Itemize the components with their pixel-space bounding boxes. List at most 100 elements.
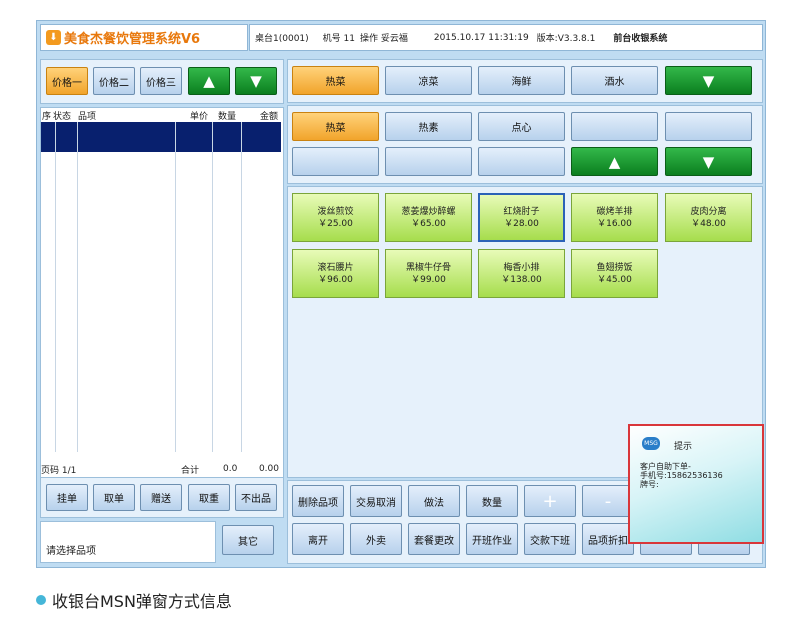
subcategory-hot-veg[interactable]: 热素	[385, 112, 472, 141]
open-shift-button[interactable]: 开班作业	[466, 523, 518, 555]
menu-item-name: 红烧肘子	[503, 206, 540, 217]
col-status: 状态	[53, 111, 72, 122]
status-box: 请选择品项	[40, 521, 216, 563]
menu-item[interactable]: 皮肉分离 ￥48.00	[665, 193, 752, 242]
col-qty: 数量	[218, 111, 237, 122]
col-divider	[241, 122, 242, 452]
menu-item-name: 滚石腰片	[317, 262, 354, 273]
up-arrow-icon: ▲	[203, 72, 215, 90]
menu-item-price: ￥65.00	[411, 218, 446, 229]
subcategory-empty[interactable]	[665, 112, 752, 141]
minus-button[interactable]: -	[582, 485, 634, 517]
plus-button[interactable]: +	[524, 485, 576, 517]
set-meal-change-button[interactable]: 套餐更改	[408, 523, 460, 555]
category-cold-dishes[interactable]: 凉菜	[385, 66, 472, 95]
category-hot-dishes[interactable]: 热菜	[292, 66, 379, 95]
table-label: 桌台1(0001)	[255, 34, 309, 44]
menu-item-name: 碳烤羊排	[596, 206, 633, 217]
page-indicator: 页码 1/1	[41, 465, 77, 476]
quantity-button[interactable]: 数量	[466, 485, 518, 517]
total-amount: 0.00	[258, 464, 279, 474]
category-down-button[interactable]: ▼	[665, 66, 752, 95]
weigh-button[interactable]: 取重	[188, 484, 230, 511]
col-seq: 序	[42, 111, 52, 122]
menu-item-price: ￥16.00	[597, 218, 632, 229]
menu-item-price: ￥45.00	[597, 274, 632, 285]
menu-item[interactable]: 泼丝煎饺 ￥25.00	[292, 193, 379, 242]
version-label: 版本:V3.3.8.1	[536, 34, 596, 44]
menu-item-name: 皮肉分离	[690, 206, 727, 217]
menu-item-name: 鱼翅捞饭	[596, 262, 633, 273]
price-down-button[interactable]: ▼	[235, 67, 277, 95]
subcategory-dim-sum[interactable]: 点心	[478, 112, 565, 141]
subcategory-down-button[interactable]: ▼	[665, 147, 752, 176]
col-divider	[55, 122, 56, 452]
header-info: 桌台1(0001) 机号 11 操作 妥云福 2015.10.17 11:31:…	[249, 24, 763, 51]
datetime-label: 2015.10.17 11:31:19	[433, 32, 529, 43]
caption-text: 收银台MSN弹窗方式信息	[52, 592, 232, 611]
cooking-method-button[interactable]: 做法	[408, 485, 460, 517]
menu-item-name: 葱姜爆炒醉螺	[401, 206, 456, 217]
col-item: 品项	[78, 111, 97, 122]
down-arrow-icon: ▼	[702, 152, 715, 171]
total-qty: 0.0	[223, 464, 238, 474]
menu-item[interactable]: 葱姜爆炒醉螺 ￥65.00	[385, 193, 472, 242]
subcategory-hot-dishes[interactable]: 热菜	[292, 112, 379, 141]
menu-item-price: ￥99.00	[411, 274, 446, 285]
menu-item[interactable]: 碳烤羊排 ￥16.00	[571, 193, 658, 242]
price-tab-2[interactable]: 价格二	[93, 67, 135, 95]
app-logo-icon: ⬇	[46, 30, 61, 45]
price-tabs-panel: 价格一 价格二 价格三 ▲ ▼	[40, 59, 284, 104]
subcategory-panel: 热菜 热素 点心 ▲ ▼	[287, 105, 763, 184]
price-tab-1[interactable]: 价格一	[46, 67, 88, 95]
menu-item-price: ￥96.00	[318, 274, 353, 285]
menu-item-price: ￥28.00	[504, 218, 539, 229]
col-divider	[77, 122, 78, 452]
price-up-button[interactable]: ▲	[188, 67, 230, 95]
menu-item[interactable]: 梅香小排 ￥138.00	[478, 249, 565, 298]
category-drinks[interactable]: 酒水	[571, 66, 658, 95]
menu-item[interactable]: 滚石腰片 ￥96.00	[292, 249, 379, 298]
app-logo: ⬇ 美食杰餐饮管理系统V6	[40, 24, 248, 51]
price-tab-3[interactable]: 价格三	[140, 67, 182, 95]
other-button[interactable]: 其它	[222, 525, 274, 555]
menu-item[interactable]: 红烧肘子 ￥28.00	[478, 193, 565, 242]
col-divider	[175, 122, 176, 452]
subcategory-empty[interactable]	[385, 147, 472, 176]
item-discount-button[interactable]: 品项折扣	[582, 523, 634, 555]
no-serve-button[interactable]: 不出品	[235, 484, 277, 511]
popup-message: 客户自助下单- 手机号:15862536136 牌号:	[640, 462, 723, 489]
menu-item[interactable]: 黑椒牛仔骨 ￥99.00	[385, 249, 472, 298]
app-title: 美食杰餐饮管理系统V6	[64, 32, 201, 47]
menu-item-price: ￥25.00	[318, 218, 353, 229]
popup-line: 客户自助下单-	[640, 462, 691, 471]
leave-button[interactable]: 离开	[292, 523, 344, 555]
order-buttons-panel: 挂单 取单 赠送 取重 不出品	[40, 477, 284, 518]
popup-title: 提示	[674, 442, 693, 452]
subcategory-empty[interactable]	[571, 112, 658, 141]
msn-notification-popup[interactable]: MSG 提示 客户自助下单- 手机号:15862536136 牌号:	[628, 424, 764, 544]
subcategory-empty[interactable]	[292, 147, 379, 176]
message-icon: MSG	[642, 437, 660, 450]
hold-order-button[interactable]: 挂单	[46, 484, 88, 511]
menu-item-price: ￥138.00	[501, 274, 542, 285]
menu-item-name: 黑椒牛仔骨	[405, 262, 451, 273]
order-table-footer: 页码 1/1 合计 0.0 0.00	[41, 462, 281, 476]
takeout-button[interactable]: 外卖	[350, 523, 402, 555]
cancel-transaction-button[interactable]: 交易取消	[350, 485, 402, 517]
status-text: 请选择品项	[46, 546, 96, 557]
subcategory-empty[interactable]	[478, 147, 565, 176]
order-table-header: 序 状态 品项 单价 数量 金额	[41, 108, 281, 122]
subcategory-up-button[interactable]: ▲	[571, 147, 658, 176]
total-label: 合计	[181, 465, 200, 476]
menu-item-name: 泼丝煎饺	[317, 206, 354, 217]
category-seafood[interactable]: 海鲜	[478, 66, 565, 95]
close-shift-button[interactable]: 交款下班	[524, 523, 576, 555]
retrieve-order-button[interactable]: 取单	[93, 484, 135, 511]
menu-item[interactable]: 鱼翅捞饭 ￥45.00	[571, 249, 658, 298]
down-arrow-icon: ▼	[702, 71, 715, 90]
mode-label: 前台收银系统	[613, 34, 668, 44]
delete-item-button[interactable]: 删除品项	[292, 485, 344, 517]
machine-label: 机号 11	[322, 34, 355, 44]
gift-button[interactable]: 赠送	[140, 484, 182, 511]
